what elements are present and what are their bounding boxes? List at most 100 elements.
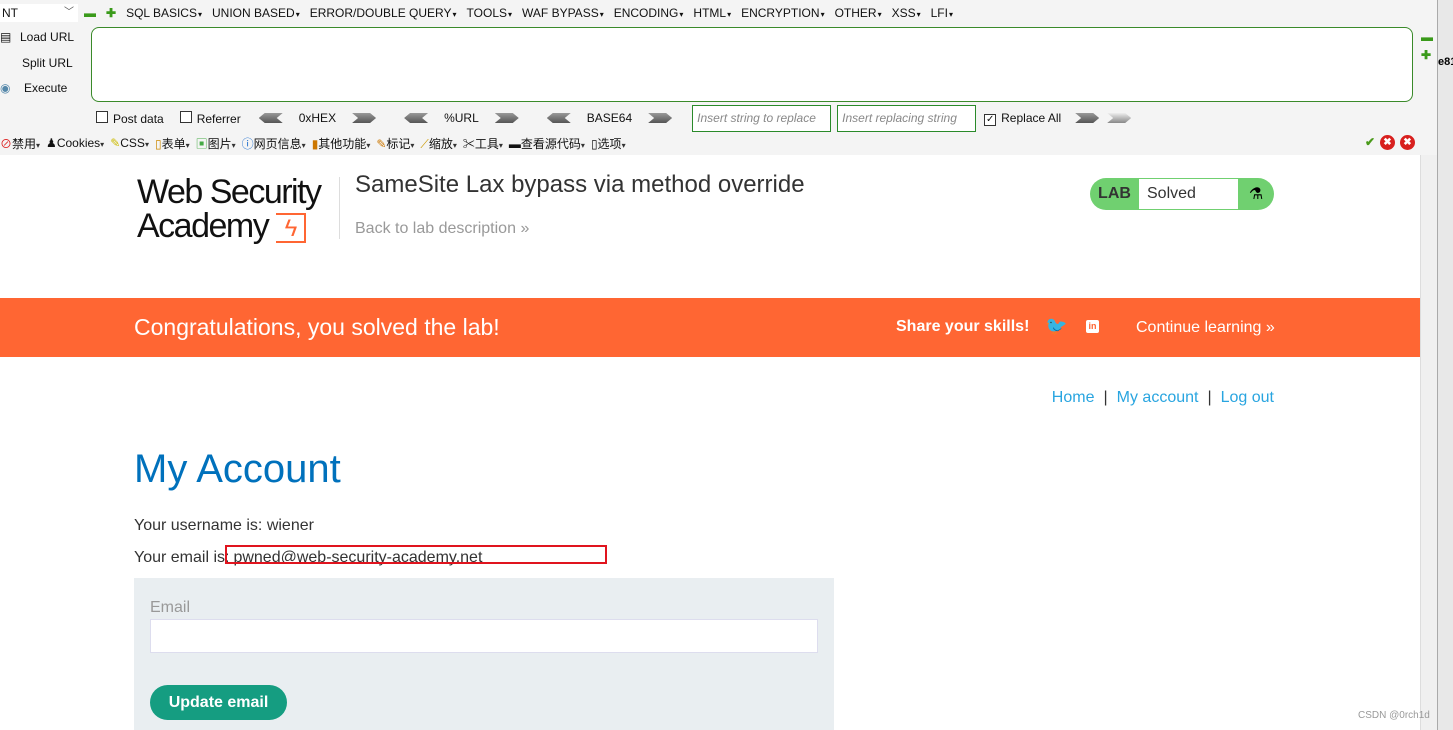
replace-string-input[interactable]: Insert string to replace — [692, 104, 832, 132]
menu-lfi[interactable]: LFI — [931, 6, 953, 20]
replace-arrow-icon[interactable] — [1075, 113, 1100, 123]
label: 选项 — [597, 136, 622, 151]
vertical-scrollbar[interactable] — [1420, 155, 1437, 730]
nav-log-out[interactable]: Log out — [1221, 389, 1274, 407]
outline-menu[interactable]: ✎标记 — [376, 135, 414, 152]
url-encode-arrow-icon[interactable] — [494, 113, 519, 123]
label: 查看源代码 — [520, 136, 581, 151]
replace-all-checkbox[interactable]: ✓ Replace All — [984, 111, 1061, 126]
misc-menu[interactable]: ▮其他功能 — [312, 135, 371, 152]
error-icon[interactable]: ✖ — [1380, 135, 1395, 150]
back-to-description-link[interactable]: Back to lab description » — [355, 220, 529, 238]
twitter-icon[interactable]: 🐦 — [1045, 316, 1067, 337]
logo-line-2: Academy ϟ — [137, 209, 321, 244]
forms-menu[interactable]: ▯表单 — [155, 135, 190, 152]
cookies-menu[interactable]: ♟Cookies — [46, 136, 104, 150]
options-icon: ▯ — [590, 136, 598, 151]
username-text: Your username is: wiener — [134, 517, 314, 534]
minus-icon[interactable]: ▬ — [1421, 30, 1433, 44]
pencil-icon: ✎ — [110, 136, 121, 150]
base64-label: BASE64 — [586, 111, 633, 125]
base64-encode-arrow-icon[interactable] — [648, 113, 673, 123]
url-decode-arrow-icon[interactable] — [404, 113, 429, 123]
disable-menu[interactable]: ⊘禁用 — [0, 135, 40, 152]
split-url-label: Split URL — [22, 56, 73, 70]
hex-decode-arrow-icon[interactable] — [258, 113, 283, 123]
load-url-button[interactable]: ▤ Load URL — [0, 30, 85, 44]
execute-button[interactable]: ◉ Execute — [0, 81, 85, 95]
linkedin-icon[interactable]: in — [1086, 320, 1099, 333]
base64-decode-arrow-icon[interactable] — [546, 113, 571, 123]
tools-menu[interactable]: ✂工具 — [463, 135, 503, 152]
post-data-label: Post data — [113, 111, 164, 126]
options-menu[interactable]: ▯选项 — [591, 135, 626, 152]
change-email-form: Email Update email — [134, 578, 834, 730]
label: 表单 — [161, 136, 186, 151]
replace-all-label: Replace All — [1001, 110, 1062, 125]
load-url-label: Load URL — [20, 30, 75, 44]
side-panel: e81 — [1437, 0, 1453, 730]
highlight-box — [225, 545, 607, 564]
disable-icon: ⊘ — [0, 136, 13, 151]
minus-icon[interactable]: ▬ — [84, 6, 96, 20]
menu-xss[interactable]: XSS — [892, 6, 921, 20]
nav-separator: | — [1207, 389, 1212, 406]
continue-learning-link[interactable]: Continue learning » — [1136, 319, 1275, 337]
menu-other[interactable]: OTHER — [835, 6, 882, 20]
email-input[interactable] — [150, 619, 818, 653]
url-textarea[interactable] — [91, 27, 1413, 102]
referrer-checkbox[interactable]: Referrer — [179, 110, 241, 126]
image-icon: ▣ — [195, 136, 208, 151]
top-nav: Home | My account | Log out — [1052, 389, 1274, 407]
menu-error-double-query[interactable]: ERROR/DOUBLE QUERY — [310, 6, 457, 20]
nav-my-account[interactable]: My account — [1117, 389, 1199, 407]
update-email-button[interactable]: Update email — [150, 685, 287, 720]
menu-html[interactable]: HTML — [693, 6, 731, 20]
select-value: NT — [2, 6, 18, 20]
email-label: Email — [150, 599, 191, 616]
continue-label: Continue learning — [1136, 319, 1262, 336]
css-menu[interactable]: ✎CSS — [110, 136, 149, 150]
replace-next-arrow-icon[interactable] — [1107, 113, 1132, 123]
menu-union-based[interactable]: UNION BASED — [212, 6, 300, 20]
label: 工具 — [474, 136, 499, 151]
menu-tools[interactable]: TOOLS — [467, 6, 512, 20]
menu-encryption[interactable]: ENCRYPTION — [741, 6, 824, 20]
check-icon[interactable]: ✔ — [1365, 135, 1375, 150]
bolt-icon: ϟ — [276, 213, 307, 244]
label: 标记 — [386, 136, 411, 151]
divider — [339, 177, 340, 239]
hackbar-select[interactable]: NT ﹀ — [0, 4, 78, 22]
load-icon: ▤ — [0, 30, 12, 44]
replacing-string-input[interactable]: Insert replacing string — [837, 104, 977, 132]
execute-label: Execute — [24, 81, 68, 95]
menu-sql-basics[interactable]: SQL BASICS — [126, 6, 202, 20]
nav-separator: | — [1103, 389, 1108, 406]
toolbar-status: ✔ ✖ ✖ — [1365, 135, 1415, 150]
post-data-checkbox[interactable]: Post data — [96, 110, 164, 126]
email-prefix: Your email is: — [134, 549, 230, 566]
hex-label: 0xHEX — [298, 111, 337, 125]
plus-icon[interactable]: ✚ — [106, 6, 116, 20]
page-title: My Account — [134, 447, 341, 491]
view-source-menu[interactable]: ▬查看源代码 — [509, 135, 585, 152]
images-menu[interactable]: ▣图片 — [196, 135, 236, 152]
menu-waf-bypass[interactable]: WAF BYPASS — [522, 6, 604, 20]
resize-menu[interactable]: ⟋缩放 — [420, 135, 456, 152]
hex-encode-arrow-icon[interactable] — [352, 113, 377, 123]
hackbar: NT ﹀ ▬ ✚ SQL BASICS UNION BASED ERROR/DOUB… — [0, 0, 1437, 155]
back-link-label: Back to lab description — [355, 220, 516, 237]
nav-home[interactable]: Home — [1052, 389, 1095, 407]
label: 图片 — [207, 136, 232, 151]
logo[interactable]: Web Security Academy ϟ — [137, 175, 322, 244]
lab-status: Solved — [1139, 179, 1238, 209]
label: 缩放 — [428, 136, 453, 151]
lab-status-badge: LAB Solved ⚗ — [1090, 178, 1274, 210]
plus-icon[interactable]: ✚ — [1421, 48, 1431, 62]
tools-icon: ✂ — [462, 136, 475, 151]
label: 禁用 — [12, 136, 37, 151]
info-menu[interactable]: ⓘ网页信息 — [242, 135, 306, 152]
solved-banner: Congratulations, you solved the lab! Sha… — [0, 298, 1420, 357]
close-icon[interactable]: ✖ — [1400, 135, 1415, 150]
menu-encoding[interactable]: ENCODING — [614, 6, 684, 20]
